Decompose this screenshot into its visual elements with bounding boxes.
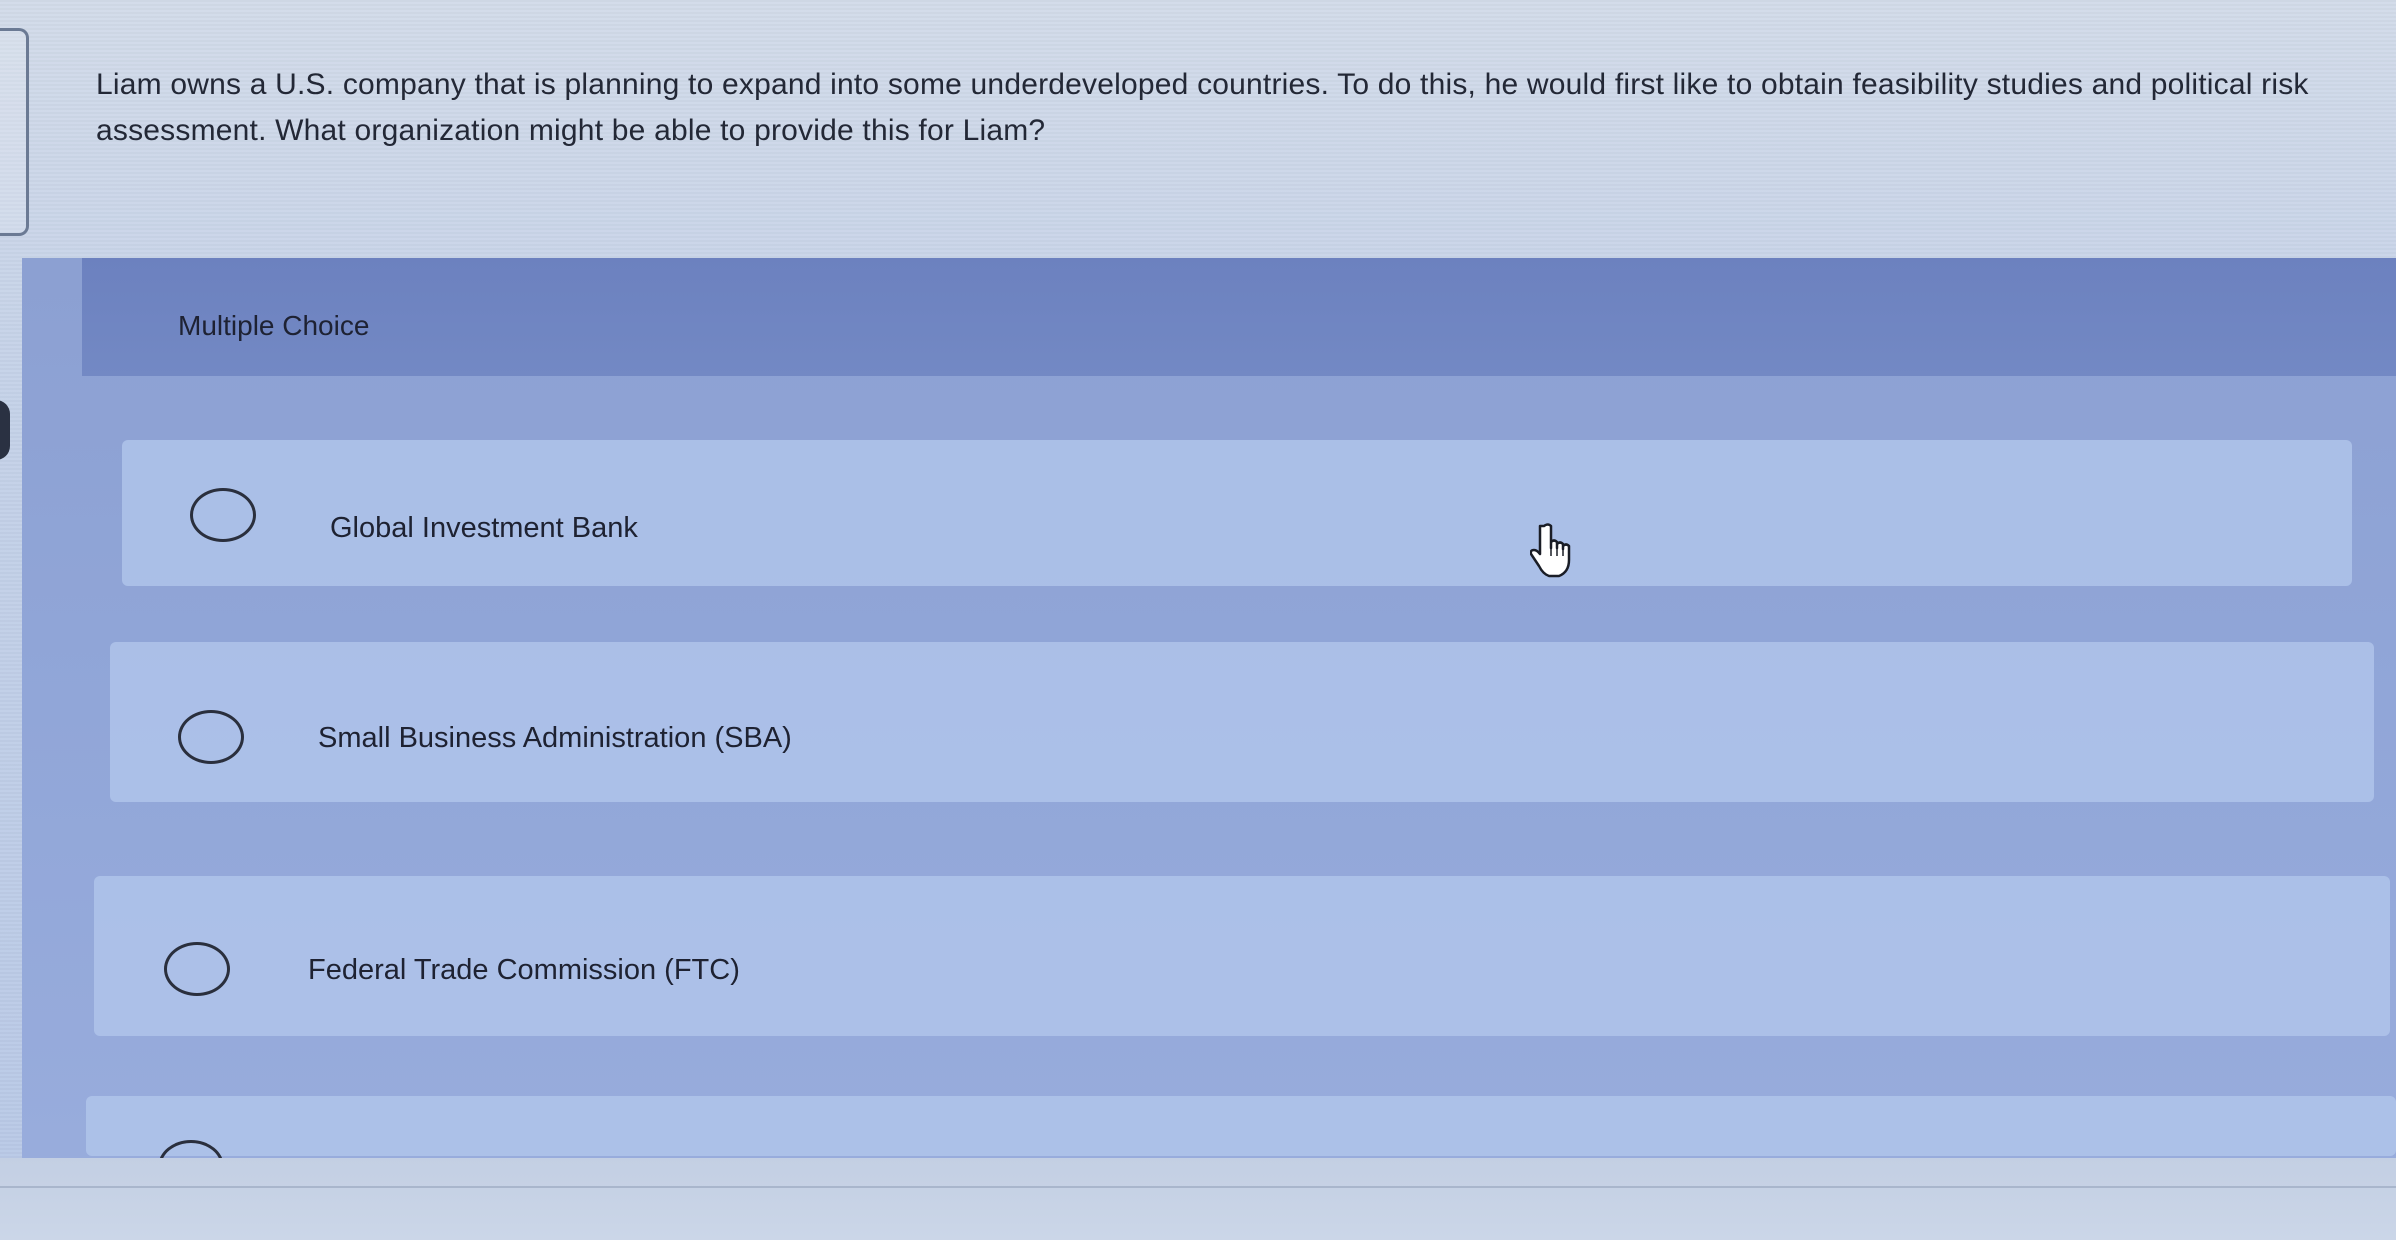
multiple-choice-label: Multiple Choice: [178, 310, 370, 341]
radio-button[interactable]: [190, 488, 256, 542]
page-footer-band: [0, 1158, 2396, 1240]
radio-button[interactable]: [178, 710, 244, 764]
side-nav-handle[interactable]: [0, 400, 10, 460]
footer-divider: [0, 1186, 2396, 1188]
answer-option-label: Global Investment Bank: [330, 512, 638, 544]
answer-option-label: Federal Trade Commission (FTC): [308, 954, 740, 986]
answer-option-ftc[interactable]: Federal Trade Commission (FTC): [94, 876, 2390, 1036]
multiple-choice-header: [82, 258, 2396, 376]
hand-pointer-icon: [1530, 523, 1571, 578]
answer-option-global-investment-bank[interactable]: Global Investment Bank: [122, 440, 2352, 586]
answer-option-partial[interactable]: [86, 1096, 2396, 1194]
answer-option-sba[interactable]: Small Business Administration (SBA): [110, 642, 2374, 802]
radio-button[interactable]: [164, 942, 230, 996]
question-text: Liam owns a U.S. company that is plannin…: [96, 68, 2309, 147]
answer-option-label: Small Business Administration (SBA): [318, 722, 792, 754]
side-panel-tab[interactable]: [0, 28, 29, 236]
